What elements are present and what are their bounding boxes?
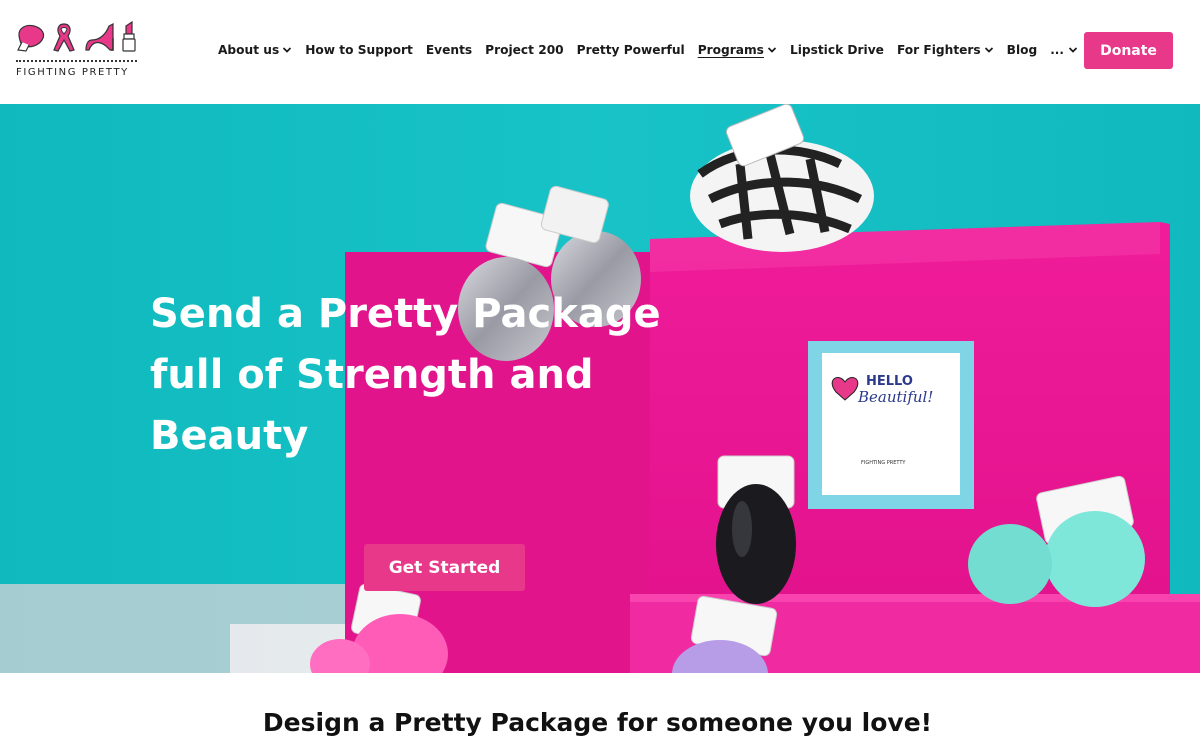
nav-label: Lipstick Drive [789,43,884,57]
nav-label: Project 200 [485,43,564,57]
nav-label: Events [425,43,473,57]
card-beautiful-text: Beautiful! [857,388,933,406]
nav-item-how-to-support[interactable]: How to Support [305,39,413,61]
hero-title: Send a Pretty Package full of Strength a… [150,284,710,467]
logo-divider [16,60,137,62]
donate-button[interactable]: Donate [1084,32,1173,69]
hero-title-line: Send a Pretty Package [150,291,661,337]
nav-more-menu[interactable]: ... [1050,39,1078,61]
chevron-down-icon [283,47,292,53]
site-header: FIGHTING PRETTY About us How to Support … [0,0,1200,104]
nav-label: Pretty Powerful [576,43,685,57]
nav-label: Blog [1006,43,1038,57]
ribbon-icon [53,23,75,52]
fighting-pretty-logo[interactable]: FIGHTING PRETTY [16,20,138,80]
nav-item-for-fighters[interactable]: For Fighters [897,39,994,61]
hero-banner: HELLO Beautiful! FIGHTING PRETTY Send a [0,104,1200,673]
chevron-down-icon [767,47,777,53]
chevron-down-icon [1068,47,1078,53]
nav-label: About us [218,43,280,57]
nav-item-about-us[interactable]: About us [218,39,292,61]
logo-icons [17,20,136,52]
nav-label: How to Support [305,43,413,57]
lipstick-icon [122,20,136,52]
logo-wordmark: FIGHTING PRETTY [16,67,129,78]
nav-item-programs[interactable]: Programs [698,39,777,61]
boxing-glove-icon [17,24,45,52]
get-started-button[interactable]: Get Started [364,544,525,591]
main-nav: About us How to Support Events Project 2… [218,39,1106,61]
nav-item-events[interactable]: Events [426,39,472,61]
nav-item-lipstick-drive[interactable]: Lipstick Drive [790,39,884,61]
nav-item-blog[interactable]: Blog [1007,39,1038,61]
nav-item-pretty-powerful[interactable]: Pretty Powerful [577,39,685,61]
hero-title-line: full of Strength and [150,352,594,398]
nav-label: Programs [697,43,764,57]
nav-item-project-200[interactable]: Project 200 [485,39,564,61]
nav-label: For Fighters [896,43,981,57]
chevron-down-icon [984,47,993,53]
card-hello-text: HELLO [866,374,913,389]
hero-title-line: Beauty [150,413,309,459]
section-heading: Design a Pretty Package for someone you … [262,708,933,737]
high-heel-icon [85,23,114,51]
more-label: ... [1050,43,1064,57]
card-brand-text: FIGHTING PRETTY [861,460,906,466]
